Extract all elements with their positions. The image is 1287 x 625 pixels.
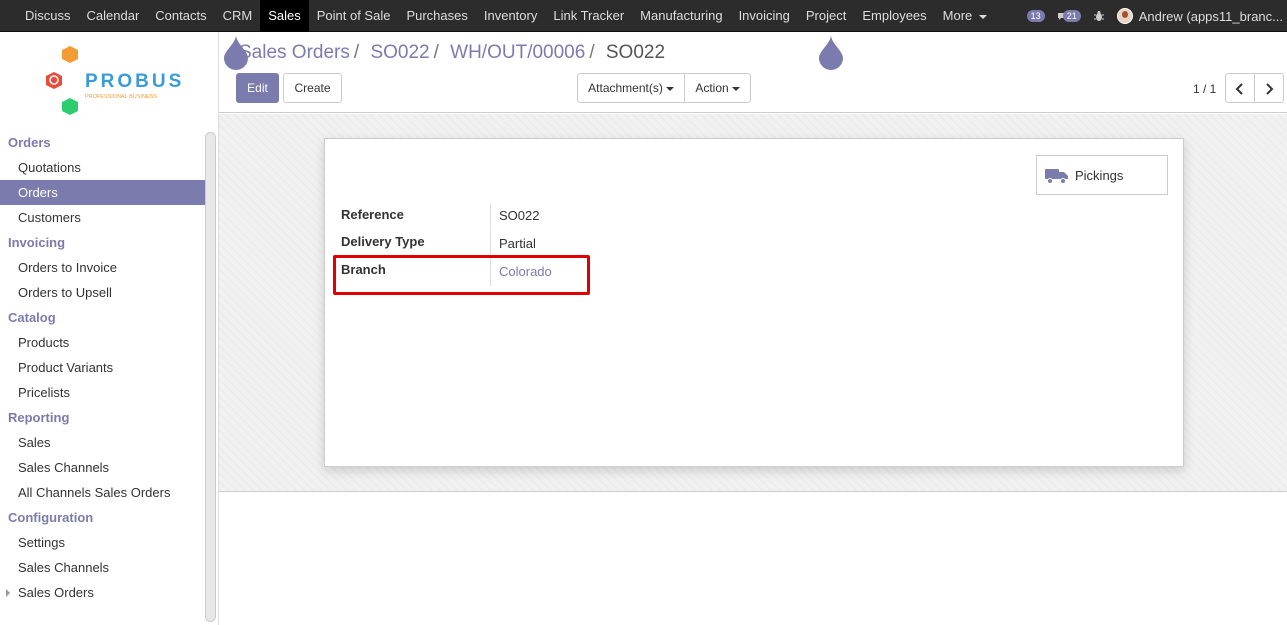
pager-next-button[interactable] (1254, 73, 1284, 103)
menu-point-of-sale[interactable]: Point of Sale (309, 0, 399, 32)
sidebar-item-sales-channels[interactable]: Sales Channels (0, 455, 205, 480)
section-catalog: Catalog (8, 310, 56, 325)
sidebar-scrollbar[interactable] (205, 132, 216, 622)
sidebar-item-quotations[interactable]: Quotations (0, 155, 205, 180)
sidebar-item-settings[interactable]: Settings (0, 530, 205, 555)
breadcrumb-so022[interactable]: SO022 (370, 42, 429, 63)
form-view-background: Pickings Reference SO022 Delivery Type P… (219, 114, 1287, 492)
breadcrumb-current: SO022 (605, 42, 666, 63)
breadcrumb-picking[interactable]: WH/OUT/00006 (450, 42, 585, 63)
sidebar-item-all-channels-sales-orders[interactable]: All Channels Sales Orders (0, 480, 205, 505)
app-menu: Discuss Calendar Contacts CRM Sales Poin… (17, 0, 995, 32)
cursor-drop-marker-icon (819, 35, 843, 70)
user-name: Andrew (apps11_branc... (1138, 8, 1283, 24)
sidebar-item-label: Sales Orders (18, 585, 94, 600)
chevron-down-icon (731, 86, 740, 91)
menu-invoicing[interactable]: Invoicing (731, 0, 798, 32)
sidebar-item-orders-to-upsell[interactable]: Orders to Upsell (0, 280, 205, 305)
breadcrumb-sales-orders[interactable]: Sales Orders (239, 42, 350, 63)
sidebar-item-products[interactable]: Products (0, 330, 205, 355)
user-menu[interactable]: Andrew (apps11_branc... (1116, 8, 1283, 24)
create-button[interactable]: Create (283, 73, 342, 103)
chevron-left-icon (1235, 83, 1243, 95)
branch-highlight-box (333, 255, 590, 295)
field-label-reference: Reference (341, 207, 404, 222)
section-invoicing: Invoicing (8, 235, 66, 250)
pickings-label: Pickings (1075, 168, 1124, 183)
menu-sales[interactable]: Sales (260, 0, 309, 32)
sidebar-item-orders[interactable]: Orders (0, 180, 205, 205)
field-value-delivery-type: Partial (499, 236, 536, 251)
sidebar-item-config-sales-channels[interactable]: Sales Channels (0, 555, 205, 580)
menu-purchases[interactable]: Purchases (398, 0, 475, 32)
field-label-delivery-type: Delivery Type (341, 234, 425, 249)
menu-inventory[interactable]: Inventory (476, 0, 545, 32)
sidebar: PROBUSE PROFESSIONAL BUSINESS Orders Quo… (0, 32, 219, 625)
sidebar-item-product-variants[interactable]: Product Variants (0, 355, 205, 380)
attachments-dropdown[interactable]: Attachment(s) (577, 73, 685, 103)
company-logo: PROBUSE PROFESSIONAL BUSINESS (46, 46, 185, 115)
pager-previous-button[interactable] (1225, 73, 1255, 103)
sidebar-item-sales[interactable]: Sales (0, 430, 205, 455)
menu-calendar[interactable]: Calendar (79, 0, 148, 32)
menu-contacts[interactable]: Contacts (147, 0, 214, 32)
menu-link-tracker[interactable]: Link Tracker (545, 0, 632, 32)
breadcrumb-separator: / (353, 42, 360, 63)
chevron-right-icon (1266, 83, 1274, 95)
action-label: Action (695, 81, 729, 95)
truck-icon (1045, 169, 1068, 184)
menu-more-label: More (942, 8, 973, 23)
bug-icon (1093, 11, 1104, 21)
logo-text: PROBUSE (85, 71, 185, 92)
divider (490, 230, 491, 256)
attachments-label: Attachment(s) (588, 81, 663, 95)
sidebar-item-sales-orders[interactable]: Sales Orders (0, 580, 205, 605)
sidebar-menu: Orders Quotations Orders Customers Invoi… (0, 130, 205, 605)
menu-more[interactable]: More (935, 0, 995, 32)
sidebar-item-orders-to-invoice[interactable]: Orders to Invoice (0, 255, 205, 280)
breadcrumb-separator: / (589, 42, 595, 63)
menu-discuss[interactable]: Discuss (17, 0, 79, 32)
breadcrumb: Sales Orders / SO022/ WH/OUT/00006/ SO022 (239, 42, 665, 64)
edit-button[interactable]: Edit (236, 73, 279, 103)
sidebar-item-customers[interactable]: Customers (0, 205, 205, 230)
section-orders: Orders (8, 135, 51, 150)
form-sheet: Pickings Reference SO022 Delivery Type P… (324, 138, 1184, 467)
top-navbar: Discuss Calendar Contacts CRM Sales Poin… (0, 0, 1287, 32)
avatar (1116, 8, 1133, 24)
chevron-down-icon (665, 86, 674, 91)
menu-employees[interactable]: Employees (854, 0, 934, 32)
sidebar-item-pricelists[interactable]: Pricelists (0, 380, 205, 405)
control-panel: Sales Orders / SO022/ WH/OUT/00006/ SO022… (219, 32, 1287, 113)
section-configuration: Configuration (8, 510, 94, 525)
chevron-down-icon (978, 14, 987, 19)
action-dropdown[interactable]: Action (684, 73, 751, 103)
menu-crm[interactable]: CRM (215, 0, 261, 32)
section-reporting: Reporting (8, 410, 70, 425)
messages-indicator[interactable]: 21 (1057, 10, 1081, 22)
divider (490, 203, 491, 229)
debug-indicator[interactable] (1093, 10, 1105, 22)
field-value-reference: SO022 (499, 208, 540, 223)
menu-manufacturing[interactable]: Manufacturing (632, 0, 730, 32)
messages-count-badge: 21 (1062, 10, 1081, 22)
caret-right-icon (6, 589, 10, 597)
pickings-smart-button[interactable]: Pickings (1036, 155, 1168, 195)
activity-indicator[interactable]: 13 (1026, 10, 1045, 22)
systray: 13 21 Andrew (apps11_branc... (1026, 0, 1287, 32)
menu-project[interactable]: Project (798, 0, 854, 32)
cursor-drop-marker-icon (224, 35, 248, 70)
logo-tagline: PROFESSIONAL BUSINESS (85, 94, 157, 100)
pager-value[interactable]: 1 / 1 (1193, 82, 1216, 96)
activity-count-badge: 13 (1026, 10, 1045, 22)
breadcrumb-separator: / (433, 42, 439, 63)
